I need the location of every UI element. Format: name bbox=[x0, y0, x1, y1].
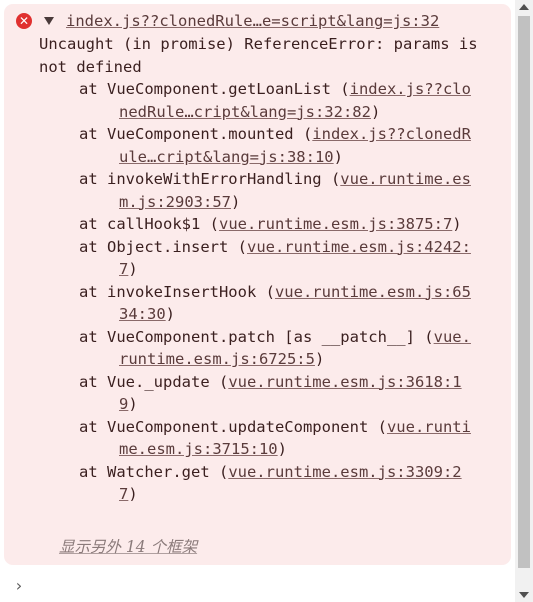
frame-close: ) bbox=[128, 260, 138, 278]
stack-frame: at Vue._update (vue.runtime.esm.js:3618:… bbox=[79, 371, 479, 416]
frame-function: at invokeInsertHook ( bbox=[79, 282, 275, 301]
scroll-down-arrow-icon[interactable] bbox=[519, 592, 529, 598]
frame-function: at Vue._update ( bbox=[79, 372, 229, 391]
frame-function: at VueComponent.patch [as __patch__] ( bbox=[79, 327, 434, 346]
vertical-scrollbar[interactable] bbox=[515, 0, 533, 602]
stack-frame: at VueComponent.patch [as __patch__] (vu… bbox=[79, 326, 479, 371]
frame-close: ) bbox=[452, 215, 462, 233]
stack-frame: at VueComponent.updateComponent (vue.run… bbox=[79, 416, 479, 461]
frame-close: ) bbox=[370, 102, 381, 121]
console-panel: ✕ index.js??clonedRule…e=script&lang=js:… bbox=[0, 0, 515, 602]
frame-function: at VueComponent.mounted ( bbox=[79, 125, 313, 143]
frame-function: at Watcher.get ( bbox=[79, 462, 229, 481]
stack-frame: at Watcher.get (vue.runtime.esm.js:3309:… bbox=[79, 461, 479, 506]
error-header: ✕ index.js??clonedRule…e=script&lang=js:… bbox=[16, 10, 439, 32]
frame-function: at invokeWithErrorHandling ( bbox=[79, 170, 341, 188]
frame-close: ) bbox=[230, 192, 241, 211]
scrollbar-thumb[interactable] bbox=[518, 16, 530, 568]
stack-frame: at callHook$1 (vue.runtime.esm.js:3875:7… bbox=[79, 213, 479, 236]
stack-frame: at invokeWithErrorHandling (vue.runtime.… bbox=[79, 168, 479, 213]
stack-frame: at invokeInsertHook (vue.runtime.esm.js:… bbox=[79, 281, 479, 326]
error-message-block: ✕ index.js??clonedRule…e=script&lang=js:… bbox=[4, 4, 511, 565]
frame-close: ) bbox=[128, 485, 138, 503]
show-more-frames-link[interactable]: 显示另外 14 个框架 bbox=[59, 535, 197, 557]
frame-close: ) bbox=[128, 395, 138, 413]
stack-frame: at VueComponent.getLoanList (index.js??c… bbox=[79, 78, 479, 123]
console-prompt-icon[interactable]: › bbox=[14, 576, 24, 595]
triangle-down-icon[interactable] bbox=[44, 17, 54, 25]
frame-function: at callHook$1 ( bbox=[79, 215, 219, 233]
frame-close: ) bbox=[277, 440, 287, 458]
frame-function: at Object.insert ( bbox=[79, 237, 247, 256]
frame-link[interactable]: vue.runtime.esm.js:3875:7 bbox=[219, 215, 452, 233]
frame-close: ) bbox=[165, 305, 176, 323]
error-circle-icon: ✕ bbox=[16, 13, 32, 29]
stack-trace: Uncaught (in promise) ReferenceError: pa… bbox=[39, 33, 479, 506]
scroll-up-arrow-icon[interactable] bbox=[519, 4, 529, 10]
error-message: Uncaught (in promise) ReferenceError: pa… bbox=[39, 35, 478, 76]
frame-function: at VueComponent.updateComponent ( bbox=[79, 417, 387, 436]
stack-frame: at Object.insert (vue.runtime.esm.js:424… bbox=[79, 236, 479, 281]
frame-function: at VueComponent.getLoanList ( bbox=[79, 80, 350, 98]
stack-frame: at VueComponent.mounted (index.js??clone… bbox=[79, 123, 479, 168]
error-source-link[interactable]: index.js??clonedRule…e=script&lang=js:32 bbox=[66, 12, 439, 30]
frame-close: ) bbox=[314, 350, 325, 368]
frame-close: ) bbox=[333, 147, 343, 166]
